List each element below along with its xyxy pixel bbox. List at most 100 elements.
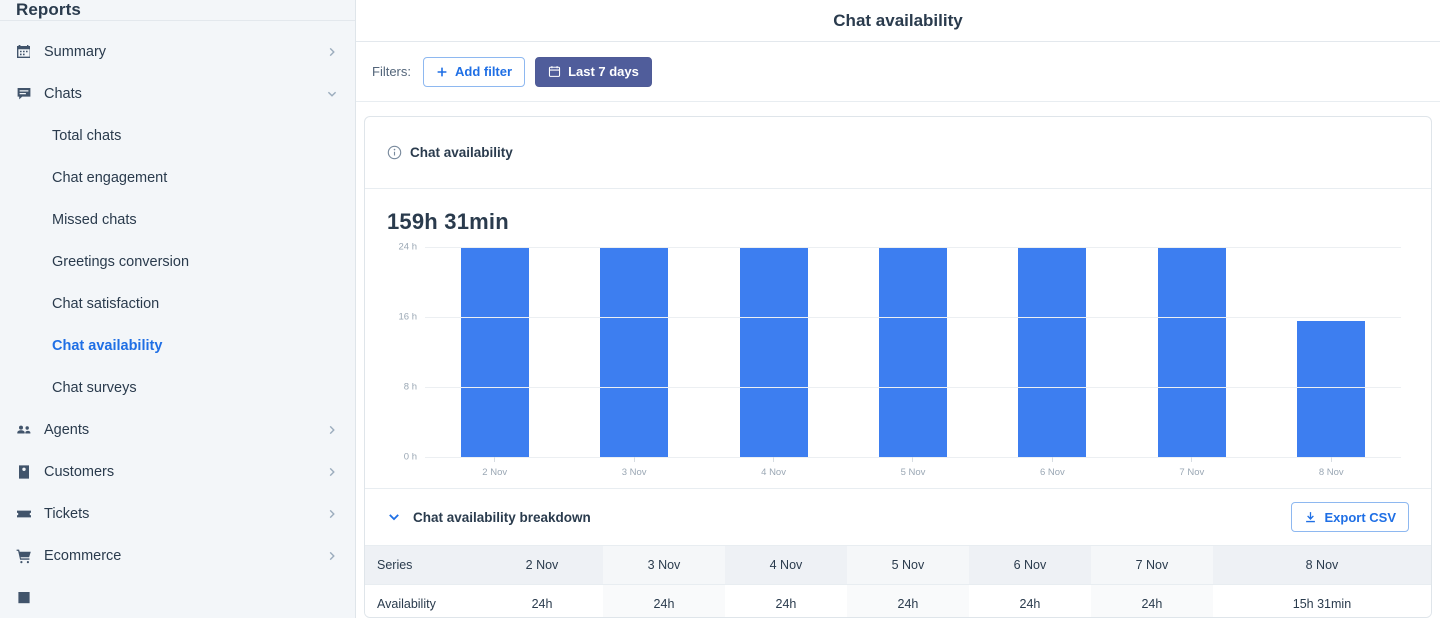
- sidebar-item-label: Ecommerce: [44, 548, 122, 564]
- sidebar-item-ecommerce[interactable]: Ecommerce: [0, 535, 355, 577]
- page-header: Chat availability: [356, 0, 1440, 42]
- sidebar-item-label: Summary: [44, 44, 107, 60]
- sidebar-item-chat-surveys[interactable]: Chat surveys: [0, 367, 355, 409]
- chart-y-tick-label: 16 h: [398, 311, 418, 323]
- sidebar-item-partial-next[interactable]: [0, 577, 355, 618]
- chevron-right-icon: [325, 465, 339, 479]
- x-axis-column: 3 Nov: [564, 457, 703, 478]
- sidebar-subitem-label: Total chats: [52, 128, 122, 144]
- cart-icon: [14, 546, 34, 566]
- add-filter-label: Add filter: [455, 64, 513, 79]
- sidebar-subitem-label: Chat engagement: [52, 170, 168, 186]
- chart-card: Chat availability 159h 31min 0 h 8 h 16 h 2…: [364, 116, 1432, 618]
- date-range-label: Last 7 days: [568, 64, 639, 79]
- x-axis-column: 2 Nov: [425, 457, 564, 478]
- clipboard-icon: [14, 588, 34, 608]
- chart-card-header: Chat availability: [365, 117, 1431, 189]
- chevron-right-icon: [325, 507, 339, 521]
- x-axis-tick: [494, 457, 496, 462]
- table-head: Series 2 Nov 3 Nov 4 Nov 5 Nov 6 Nov 7 Nov 8 No…: [365, 545, 1431, 585]
- calendar-icon: [548, 65, 561, 78]
- sidebar-item-total-chats[interactable]: Total chats: [0, 115, 355, 157]
- calendar-icon: [14, 42, 34, 62]
- chart-x-tick-label: 6 Nov: [1039, 467, 1065, 478]
- x-axis-column: 8 Nov: [1262, 457, 1401, 478]
- chart-x-tick-label: 7 Nov: [1179, 467, 1205, 478]
- chevron-right-icon: [325, 549, 339, 563]
- x-axis-tick: [633, 457, 635, 462]
- sidebar-item-customers[interactable]: Customers: [0, 451, 355, 493]
- x-axis-tick: [773, 457, 775, 462]
- sidebar-item-chats[interactable]: Chats: [0, 73, 355, 115]
- sidebar-item-chat-satisfaction[interactable]: Chat satisfaction: [0, 283, 355, 325]
- table-header-row: Series 2 Nov 3 Nov 4 Nov 5 Nov 6 Nov 7 Nov 8 No…: [365, 545, 1431, 585]
- people-icon: [14, 420, 34, 440]
- sidebar-item-label: Chats: [44, 86, 82, 102]
- breakdown-header: Chat availability breakdown Export CSV: [365, 489, 1431, 545]
- chart-bar[interactable]: [1297, 321, 1366, 457]
- chart-gridline: [425, 387, 1401, 388]
- table-cell: 24h: [724, 584, 847, 617]
- table-cell: 24h: [846, 584, 969, 617]
- bar-series: [425, 247, 1401, 457]
- add-filter-button[interactable]: Add filter: [423, 56, 526, 87]
- table-column-header: 8 Nov: [1212, 545, 1431, 585]
- sidebar-item-greetings-conversion[interactable]: Greetings conversion: [0, 241, 355, 283]
- chat-bubble-icon: [14, 84, 34, 104]
- table-column-header: 2 Nov: [481, 545, 603, 585]
- filters-label: Filters:: [372, 64, 411, 79]
- chart-card-title: Chat availability: [410, 145, 513, 160]
- filter-bar: Filters: Add filter Last 7 days: [356, 42, 1440, 102]
- chart-bar[interactable]: [878, 247, 947, 457]
- chart-bar[interactable]: [739, 247, 808, 457]
- chevron-down-icon: [325, 87, 339, 101]
- chevron-right-icon: [325, 45, 339, 59]
- table-cell: 24h: [481, 584, 603, 617]
- chart-x-tick-label: 5 Nov: [900, 467, 926, 478]
- table-body: Availability 24h 24h 24h 24h 24h 24h 15h 31min: [365, 584, 1431, 617]
- content-area: Chat availability 159h 31min 0 h 8 h 16 h 2…: [356, 102, 1440, 618]
- x-axis-tick: [1330, 457, 1332, 462]
- sidebar-title: Reports: [16, 0, 81, 19]
- x-axis-tick: [1191, 457, 1193, 462]
- table-column-header: 4 Nov: [724, 545, 847, 585]
- sidebar-item-missed-chats[interactable]: Missed chats: [0, 199, 355, 241]
- sidebar-item-agents[interactable]: Agents: [0, 409, 355, 451]
- sidebar-item-tickets[interactable]: Tickets: [0, 493, 355, 535]
- sidebar-nav: Summary Chats Total chats Chat engagemen…: [0, 21, 355, 618]
- sidebar-item-chat-availability[interactable]: Chat availability: [0, 325, 355, 367]
- sidebar-subitem-label: Chat satisfaction: [52, 296, 160, 312]
- bar-column: [1122, 247, 1261, 457]
- contact-card-icon: [14, 462, 34, 482]
- table-column-header: Series: [365, 545, 481, 585]
- chart-x-tick-label: 3 Nov: [621, 467, 647, 478]
- table-cell: Availability: [365, 584, 481, 617]
- bar-column: [983, 247, 1122, 457]
- date-range-button[interactable]: Last 7 days: [535, 56, 652, 87]
- chart-bar[interactable]: [600, 247, 669, 457]
- chart-x-tick-label: 2 Nov: [482, 467, 508, 478]
- chevron-down-icon[interactable]: [387, 510, 401, 524]
- x-axis-column: 5 Nov: [843, 457, 982, 478]
- sidebar-item-summary[interactable]: Summary: [0, 31, 355, 73]
- bar-chart: 0 h 8 h 16 h 24 h: [399, 242, 1401, 463]
- x-axis-tick: [1051, 457, 1053, 462]
- sidebar-subitem-label: Chat availability: [52, 338, 163, 354]
- bar-column: [425, 247, 564, 457]
- x-axis-column: 7 Nov: [1122, 457, 1261, 478]
- table-cell: 24h: [968, 584, 1091, 617]
- bar-column: [704, 247, 843, 457]
- sidebar-item-label: Tickets: [44, 506, 90, 522]
- table-column-header: 5 Nov: [846, 545, 969, 585]
- chart-bar[interactable]: [1157, 247, 1226, 457]
- chart-bar[interactable]: [1018, 247, 1087, 457]
- info-circle-icon[interactable]: [387, 145, 402, 160]
- chart-gridline: [425, 247, 1401, 248]
- chart-y-tick-label: 8 h: [403, 381, 417, 393]
- chevron-right-icon: [325, 423, 339, 437]
- plus-icon: [436, 66, 448, 78]
- export-csv-button[interactable]: Export CSV: [1291, 502, 1409, 532]
- sidebar-item-chat-engagement[interactable]: Chat engagement: [0, 157, 355, 199]
- chart-bar[interactable]: [460, 247, 529, 457]
- app-root: Reports Summary Chats Total chats Chat e…: [0, 0, 1440, 618]
